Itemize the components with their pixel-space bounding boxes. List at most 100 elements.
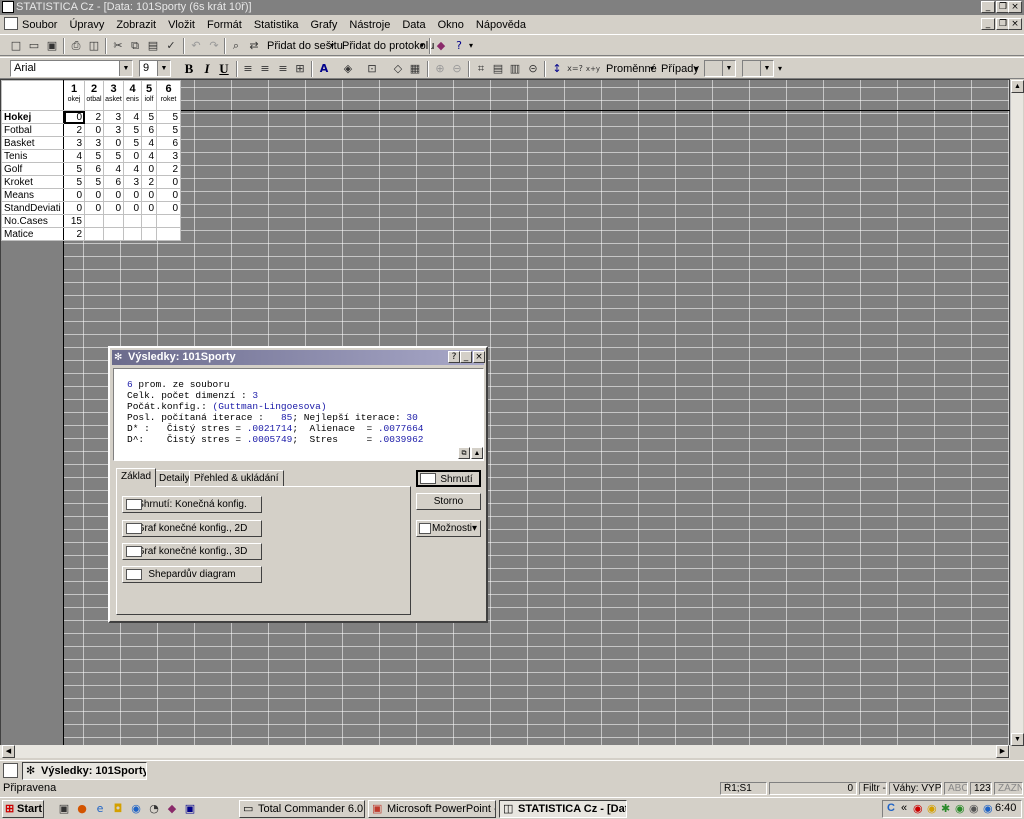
column-header[interactable]: 2 otbal (84, 80, 104, 111)
chevron-down-icon[interactable]: ▾ (694, 61, 698, 77)
chevron-down-icon[interactable]: ▼ (157, 61, 170, 76)
table-cell[interactable]: 5 (123, 123, 142, 137)
row-header[interactable]: Hokej (1, 110, 64, 124)
scroll-down-icon[interactable]: ▼ (1011, 733, 1024, 746)
workbook-icon[interactable]: ◆ (433, 38, 449, 54)
table-cell[interactable]: 3 (123, 175, 142, 189)
dialog-title-bar[interactable]: Výsledky: 101Sporty (112, 350, 484, 365)
table-cell[interactable]: 4 (123, 110, 142, 124)
lock-icon[interactable]: ⊝ (525, 61, 541, 77)
results-task-button[interactable]: ✻ Výsledky: 101Sporty (22, 762, 147, 780)
table-cell[interactable] (123, 227, 142, 241)
desktop-icon[interactable]: ▣ (56, 801, 72, 817)
marker-icon[interactable]: ◇ (390, 61, 406, 77)
folder-icon[interactable]: ◘ (110, 801, 126, 817)
table-cell[interactable]: 5 (63, 175, 85, 189)
app-icon[interactable] (2, 1, 14, 13)
align-center-icon[interactable]: ≡ (257, 61, 273, 77)
row-header[interactable]: No.Cases (1, 214, 64, 228)
table-cell[interactable] (141, 214, 157, 228)
table-cell[interactable]: 2 (63, 123, 85, 137)
table-cell[interactable]: 6 (156, 136, 181, 150)
shepard-diagram-button[interactable]: Shepardův diagram (122, 566, 262, 583)
row-header[interactable]: Matice (1, 227, 64, 241)
table-cell[interactable]: 3 (63, 136, 85, 150)
table-cell[interactable]: 0 (84, 188, 104, 202)
font-select[interactable]: Arial ▼ (10, 60, 133, 77)
print-icon[interactable]: ⎙ (68, 38, 84, 54)
toolbar-options-icon[interactable]: ▾ (469, 38, 473, 54)
toolbar-options-icon[interactable]: ▾ (778, 61, 782, 77)
column-header[interactable]: 6 roket (156, 80, 181, 111)
table-cell[interactable]: 2 (84, 110, 104, 124)
row-header[interactable]: Fotbal (1, 123, 64, 137)
column-header[interactable]: 5 iolf (141, 80, 157, 111)
table-cell[interactable]: 5 (84, 149, 104, 163)
formula-icon[interactable]: x=? (567, 61, 583, 77)
table-cell[interactable]: 0 (123, 149, 142, 163)
help-icon[interactable]: ? (451, 38, 467, 54)
menu-upravy[interactable]: Úpravy (63, 16, 110, 34)
scissors-icon[interactable]: ⌗ (473, 61, 489, 77)
summary-button[interactable]: Shrnutí (416, 470, 481, 487)
table-cell[interactable] (156, 214, 181, 228)
table-cell[interactable]: 0 (63, 201, 85, 215)
row-header[interactable]: Kroket (1, 175, 64, 189)
column-header[interactable]: 1 okej (63, 80, 85, 111)
bold-button[interactable]: B (181, 61, 197, 77)
fill-color-icon[interactable]: ◈ (340, 61, 356, 77)
redo-icon[interactable]: ↷ (206, 38, 222, 54)
delete-var-icon[interactable]: ⊖ (449, 61, 465, 77)
document-icon[interactable] (4, 17, 18, 30)
table-cell[interactable]: 4 (103, 162, 124, 176)
align-left-icon[interactable]: ≡ (240, 61, 256, 77)
table-cell[interactable]: 5 (141, 110, 157, 124)
table-icon[interactable]: ▤ (490, 61, 506, 77)
row-header[interactable]: Tenis (1, 149, 64, 163)
table-cell[interactable]: 2 (63, 227, 85, 241)
format-painter-icon[interactable]: ✓ (163, 38, 179, 54)
table-cell[interactable]: 5 (84, 175, 104, 189)
table-cell[interactable] (141, 227, 157, 241)
corner-cell[interactable] (1, 80, 64, 111)
table-cell[interactable]: 5 (103, 149, 124, 163)
graph-3d-button[interactable]: Graf konečné konfig., 3D (122, 543, 262, 560)
table-cell[interactable] (84, 227, 104, 241)
grid-icon[interactable]: ▦ (407, 61, 423, 77)
table-cell[interactable]: 4 (123, 162, 142, 176)
chevron-down-icon[interactable]: ▾ (330, 38, 334, 54)
table-cell[interactable]: 0 (156, 188, 181, 202)
new-icon[interactable]: □ (8, 38, 24, 54)
sort-icon[interactable]: ↕ (549, 61, 565, 77)
horizontal-scrollbar[interactable]: ◀ ▶ (0, 745, 1010, 758)
menu-okno[interactable]: Okno (432, 16, 470, 34)
borders-select[interactable]: ▼ (704, 60, 736, 77)
table-cell[interactable]: 0 (84, 201, 104, 215)
table-cell[interactable]: 15 (63, 214, 85, 228)
ie-icon[interactable]: e (92, 801, 108, 817)
antivirus-icon[interactable]: ◉ (955, 802, 965, 815)
chevron-down-icon[interactable]: ▼ (119, 61, 132, 76)
find-icon[interactable]: ⌕ (228, 38, 244, 54)
close-icon[interactable]: × (473, 351, 485, 363)
column-header[interactable]: 4 enis (123, 80, 142, 111)
shading-select[interactable]: ▼ (742, 60, 774, 77)
table-cell[interactable] (123, 214, 142, 228)
open-icon[interactable]: ▭ (26, 38, 42, 54)
table-cell[interactable]: 0 (84, 123, 104, 137)
table-cell[interactable]: 0 (141, 188, 157, 202)
row-header[interactable]: Golf (1, 162, 64, 176)
table-cell[interactable]: 6 (103, 175, 124, 189)
table-cell[interactable] (84, 214, 104, 228)
cancel-button[interactable]: Storno (416, 493, 481, 510)
language-icon[interactable]: C (887, 802, 895, 814)
replace-icon[interactable]: ⇄ (246, 38, 262, 54)
doc-minimize-icon[interactable]: _ (981, 18, 995, 30)
table-cell[interactable]: 0 (103, 188, 124, 202)
tab-zaklad[interactable]: Základ (116, 468, 157, 487)
menu-data[interactable]: Data (396, 16, 431, 34)
table-cell[interactable]: 3 (84, 136, 104, 150)
table-cell[interactable]: 5 (123, 136, 142, 150)
menu-nastroje[interactable]: Nástroje (343, 16, 396, 34)
menu-statistika[interactable]: Statistika (248, 16, 305, 34)
